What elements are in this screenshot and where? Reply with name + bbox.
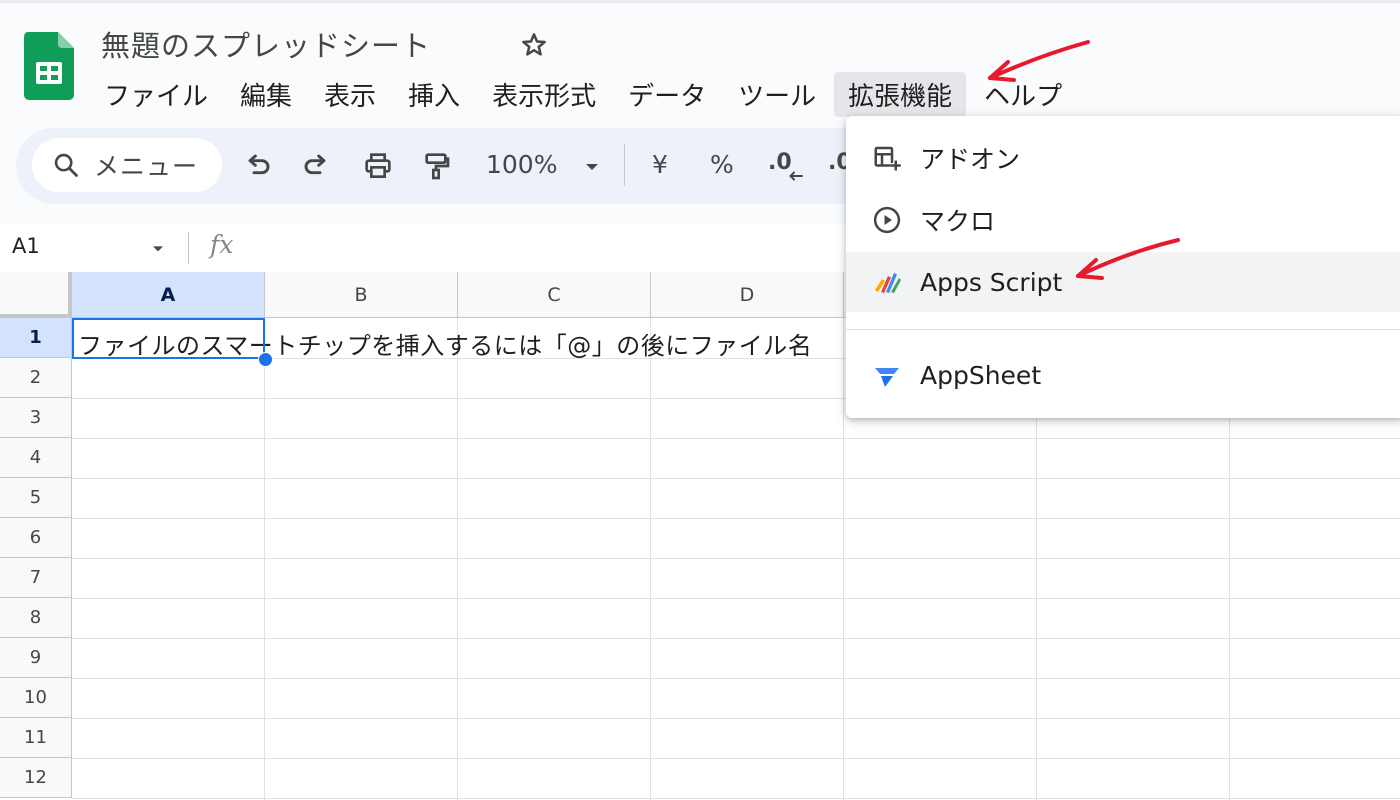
grid-line xyxy=(843,318,844,800)
row-header-8[interactable]: 8 xyxy=(0,598,72,638)
fill-handle[interactable] xyxy=(258,352,273,367)
macro-play-icon xyxy=(873,206,901,234)
window-top-border xyxy=(0,0,1400,3)
column-header-b[interactable]: B xyxy=(265,272,458,318)
menu-item-appsheet-label: AppSheet xyxy=(920,360,1042,390)
select-all-corner[interactable] xyxy=(0,272,72,318)
grid-line xyxy=(72,478,1400,479)
grid-line xyxy=(72,558,1400,559)
percent-format-button[interactable]: % xyxy=(710,150,734,179)
row-header-2[interactable]: 2 xyxy=(0,358,72,398)
grid-line xyxy=(72,638,1400,639)
menu-format[interactable]: 表示形式 xyxy=(492,72,596,117)
menu-view[interactable]: 表示 xyxy=(324,72,376,117)
document-title[interactable]: 無題のスプレッドシート xyxy=(101,23,431,65)
annotation-arrow-extensions xyxy=(988,40,1090,82)
annotation-arrow-apps-script xyxy=(1076,238,1180,280)
row-header-1[interactable]: 1 xyxy=(0,318,72,358)
menu-search-box[interactable]: メニュー xyxy=(32,138,222,192)
menu-bar: ファイル 編集 表示 挿入 表示形式 データ ツール 拡張機能 ヘルプ xyxy=(104,71,1094,117)
search-label: メニュー xyxy=(94,152,199,181)
decrease-decimal-arrow-icon xyxy=(789,171,803,181)
row-header-10[interactable]: 10 xyxy=(0,678,72,718)
grid-line xyxy=(650,318,651,800)
search-icon xyxy=(54,153,78,177)
menu-item-addons[interactable]: アドオン xyxy=(846,128,1400,188)
menu-item-apps-script-label: Apps Script xyxy=(920,267,1063,297)
grid-line xyxy=(264,318,265,800)
menu-insert[interactable]: 挿入 xyxy=(408,72,460,117)
column-header-a[interactable]: A xyxy=(72,272,265,318)
row-header-5[interactable]: 5 xyxy=(0,478,72,518)
name-box-dropdown-icon[interactable] xyxy=(148,238,168,258)
row-header-6[interactable]: 6 xyxy=(0,518,72,558)
row-header-3[interactable]: 3 xyxy=(0,398,72,438)
row-header-11[interactable]: 11 xyxy=(0,718,72,758)
undo-icon[interactable] xyxy=(242,150,274,182)
addon-icon xyxy=(874,146,901,171)
fx-icon: fx xyxy=(210,230,234,259)
chevron-down-icon[interactable] xyxy=(580,152,604,180)
grid-line xyxy=(72,798,1400,799)
grid-line xyxy=(457,318,458,800)
print-icon[interactable] xyxy=(362,150,394,182)
menu-file[interactable]: ファイル xyxy=(104,72,208,117)
zoom-select[interactable]: 100% xyxy=(486,150,557,179)
grid-line xyxy=(72,758,1400,759)
grid-line xyxy=(72,718,1400,719)
column-header-d[interactable]: D xyxy=(651,272,844,318)
currency-format-button[interactable]: ¥ xyxy=(652,150,668,179)
menu-tools[interactable]: ツール xyxy=(738,72,816,117)
menu-divider xyxy=(846,329,1400,330)
row-header-7[interactable]: 7 xyxy=(0,558,72,598)
row-header-9[interactable]: 9 xyxy=(0,638,72,678)
grid-line xyxy=(72,518,1400,519)
menu-item-addons-label: アドオン xyxy=(920,145,1021,174)
menu-item-macros-label: マクロ xyxy=(920,207,996,236)
redo-icon[interactable] xyxy=(300,150,332,182)
name-box[interactable]: A1 xyxy=(12,234,40,258)
appsheet-icon xyxy=(875,368,899,387)
grid-line xyxy=(72,438,1400,439)
row-header-4[interactable]: 4 xyxy=(0,438,72,478)
menu-extensions[interactable]: 拡張機能 xyxy=(834,71,967,117)
toolbar-divider xyxy=(624,144,625,186)
row-header-12[interactable]: 12 xyxy=(0,758,72,798)
formula-divider xyxy=(188,232,189,264)
sheets-logo-icon[interactable] xyxy=(24,32,74,100)
grid-line xyxy=(72,678,1400,679)
star-icon[interactable] xyxy=(519,30,549,60)
paint-format-icon[interactable] xyxy=(420,150,452,182)
menu-item-appsheet[interactable]: AppSheet xyxy=(846,345,1400,405)
column-header-c[interactable]: C xyxy=(458,272,651,318)
cell-selection-a1[interactable] xyxy=(72,318,265,359)
menu-data[interactable]: データ xyxy=(628,72,706,117)
menu-edit[interactable]: 編集 xyxy=(240,72,292,117)
grid-line xyxy=(72,598,1400,599)
apps-script-icon xyxy=(875,273,901,293)
